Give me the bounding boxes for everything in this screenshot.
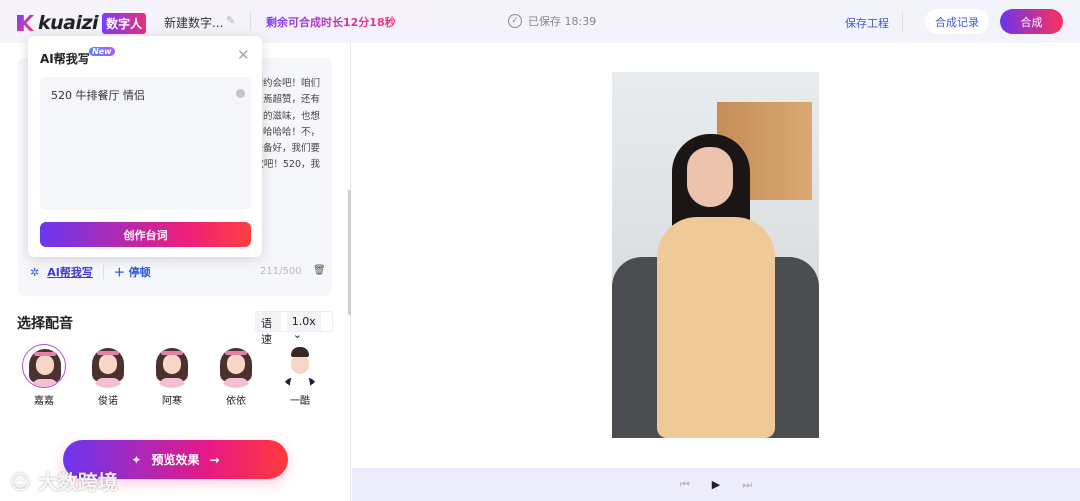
- new-badge: New: [89, 47, 115, 56]
- synthesize-button[interactable]: 合成: [1000, 9, 1063, 34]
- voice-name: 阿寒: [162, 396, 182, 407]
- logo-text: kuaizi: [38, 12, 99, 34]
- divider: [102, 265, 104, 279]
- logo-badge: 数字人: [102, 12, 147, 34]
- script-line: 准备好，我们要: [258, 143, 320, 155]
- skip-back-icon[interactable]: ⏮: [680, 478, 690, 492]
- speed-label: 语速: [256, 312, 281, 346]
- preview-label: 预览效果: [151, 453, 200, 467]
- speed-value: 1.0x ⌄: [281, 312, 332, 341]
- saved-status: ✓ 已保存 18:39: [508, 13, 596, 29]
- remaining-time: 剩余可合成时长12分18秒: [266, 16, 396, 29]
- presenter-dress: [657, 217, 775, 438]
- voice-list: 嘉嘉 俊诺 阿寒 依依 一酷: [22, 344, 322, 407]
- trash-icon[interactable]: 🗑: [313, 265, 326, 276]
- script-line: ，哈哈哈！不: [262, 126, 320, 138]
- watermark: ☺ 大数跨境: [10, 470, 118, 494]
- video-preview: [612, 72, 819, 438]
- char-count: 211/500: [260, 266, 302, 277]
- voice-item[interactable]: 阿寒: [150, 344, 194, 407]
- script-toolbar: ✲ AI帮我写 ＋ 停顿: [30, 264, 151, 280]
- clear-icon[interactable]: [236, 89, 245, 98]
- close-icon[interactable]: ✕: [237, 46, 250, 64]
- prompt-value: 520 牛排餐厅 情侣: [51, 89, 145, 102]
- check-circle-icon: ✓: [508, 14, 522, 28]
- voice-name: 嘉嘉: [34, 396, 54, 407]
- avatar: [150, 344, 194, 388]
- avatar: [22, 344, 66, 388]
- script-line: 焉超赞，还有: [262, 94, 320, 106]
- chevron-down-icon: ⌄: [292, 328, 302, 341]
- plus-icon: ＋: [113, 266, 129, 279]
- playback-controls: ⏮ ▶ ⏭: [352, 468, 1080, 501]
- avatar: [86, 344, 130, 388]
- skip-forward-icon[interactable]: ⏭: [742, 478, 752, 492]
- speed-select[interactable]: 语速 1.0x ⌄: [255, 311, 333, 346]
- magic-wand-icon[interactable]: ✲: [30, 266, 39, 279]
- voice-section-title: 选择配音: [17, 316, 73, 332]
- add-pause-label: 停顿: [128, 266, 151, 279]
- presenter-face: [687, 147, 733, 207]
- avatar: [214, 344, 258, 388]
- script-text[interactable]: 的约会吧！咱们 焉超赞，还有 的滋味，也想 ，哈哈哈！不 准备好，我们要 欢吧！…: [258, 76, 320, 174]
- play-icon[interactable]: ▶: [712, 478, 720, 491]
- ai-write-popup: AI帮我写 New ✕ 520 牛排餐厅 情侣 创作台词: [28, 36, 262, 257]
- voice-name: 依依: [226, 396, 246, 407]
- save-project-button[interactable]: 保存工程: [845, 15, 889, 31]
- arrow-right-icon: →: [209, 452, 220, 467]
- voice-item[interactable]: 俊诺: [86, 344, 130, 407]
- script-line: 的约会吧！咱们: [258, 78, 320, 89]
- voice-item[interactable]: 一酷: [278, 344, 322, 407]
- scrollbar[interactable]: [348, 190, 351, 315]
- divider: [250, 12, 251, 30]
- add-pause-button[interactable]: ＋ 停顿: [114, 264, 151, 280]
- history-button[interactable]: 合成记录: [925, 9, 989, 34]
- project-name[interactable]: 新建数字...: [164, 14, 223, 31]
- ai-write-button[interactable]: AI帮我写: [47, 264, 93, 280]
- avatar: [278, 344, 322, 388]
- prompt-input[interactable]: 520 牛排餐厅 情侣: [40, 77, 251, 210]
- voice-item[interactable]: 依依: [214, 344, 258, 407]
- script-line: 欢吧！520，我: [258, 159, 320, 171]
- saved-text: 已保存 18:39: [528, 15, 597, 28]
- voice-name: 一酷: [290, 396, 310, 407]
- logo-icon: [17, 15, 34, 31]
- voice-item[interactable]: 嘉嘉: [22, 344, 66, 407]
- divider: [902, 12, 903, 32]
- sparkle-icon: ✦: [131, 452, 142, 467]
- popup-title: AI帮我写: [40, 52, 90, 66]
- edit-pencil-icon[interactable]: ✎: [226, 14, 235, 27]
- script-line: 的滋味，也想: [262, 110, 320, 122]
- logo: kuaizi 数字人: [17, 12, 147, 34]
- voice-name: 俊诺: [98, 396, 118, 407]
- watermark-text: 大数跨境: [37, 470, 118, 494]
- create-lines-button[interactable]: 创作台词: [40, 222, 251, 247]
